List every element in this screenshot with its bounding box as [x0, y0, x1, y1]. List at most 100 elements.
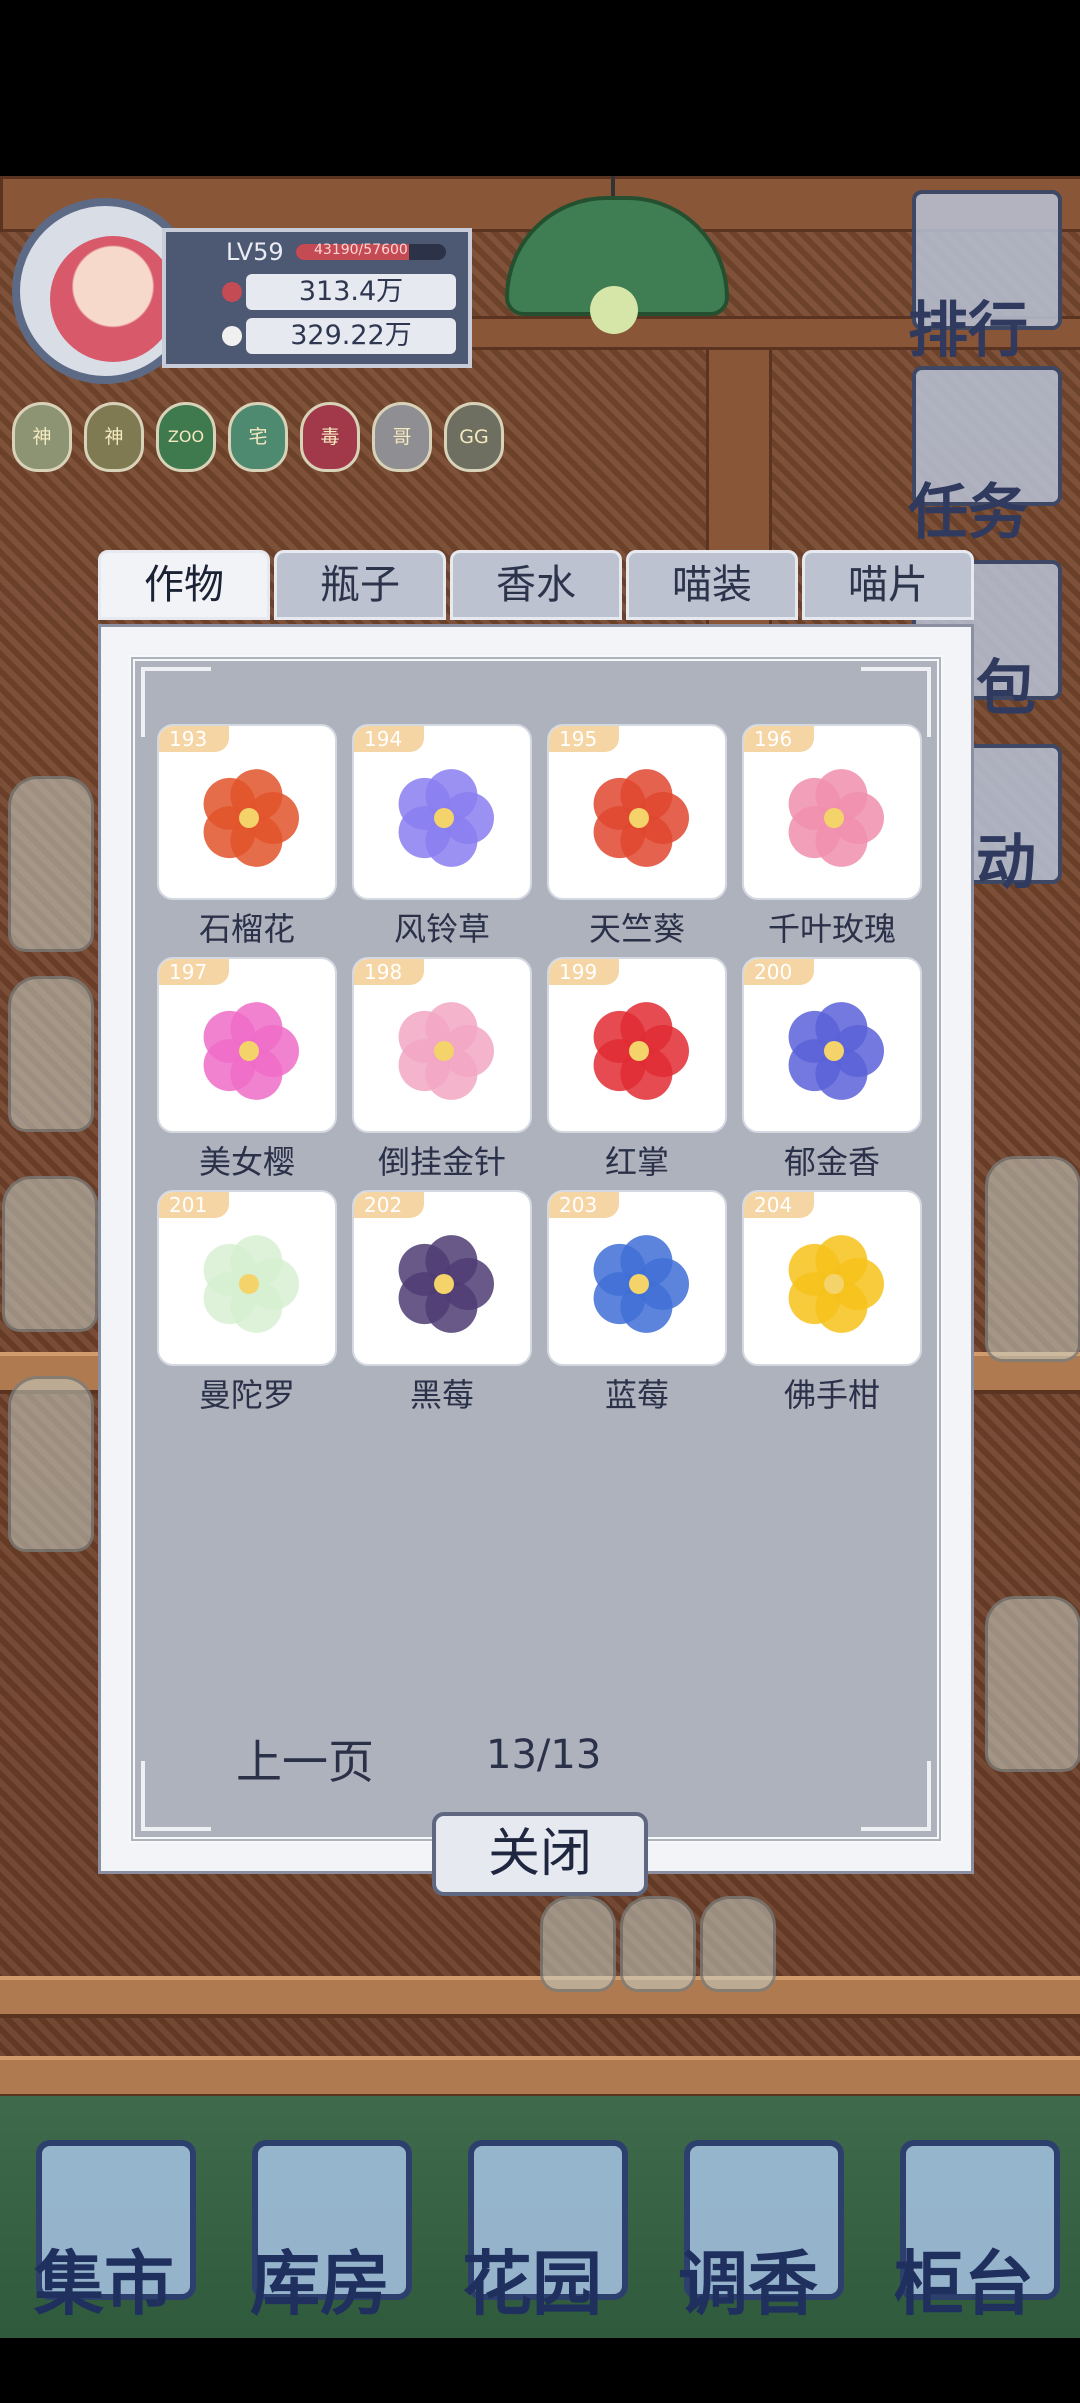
- flower-icon: [593, 1235, 689, 1333]
- bottle: [540, 1896, 616, 1992]
- item-number: 200: [744, 959, 814, 985]
- badge[interactable]: 神: [12, 402, 72, 472]
- item-card[interactable]: 198: [352, 957, 532, 1133]
- item-number: 198: [354, 959, 424, 985]
- nav-blend-label: 调香: [678, 2242, 818, 2325]
- badge[interactable]: 毒: [300, 402, 360, 472]
- flower-icon: [398, 1235, 494, 1333]
- item-number: 201: [159, 1192, 229, 1218]
- heart-coin-icon: [222, 282, 242, 302]
- item-card[interactable]: 195: [547, 724, 727, 900]
- flower-icon: [788, 1002, 884, 1100]
- flower-icon: [788, 769, 884, 867]
- item-name: 曼陀罗: [198, 1376, 295, 1414]
- counter: [0, 2056, 1080, 2098]
- tab-bottles[interactable]: 瓶子: [274, 550, 446, 620]
- nav-counter-label: 柜台: [894, 2242, 1034, 2325]
- item-number: 202: [354, 1192, 424, 1218]
- xp-text: 43190/57600: [314, 242, 408, 258]
- nav-garden-label: 花园: [462, 2242, 602, 2325]
- currency-2-value: 329.22万: [246, 318, 456, 354]
- flower-icon: [203, 1235, 299, 1333]
- item-card[interactable]: 193: [157, 724, 337, 900]
- item-name: 佛手柑: [783, 1376, 880, 1414]
- item-number: 195: [549, 726, 619, 752]
- nav-market-label: 集市: [34, 2242, 174, 2325]
- jar: [8, 976, 94, 1132]
- item-card[interactable]: 199: [547, 957, 727, 1133]
- frame-corner: [141, 1761, 211, 1831]
- item-number: 197: [159, 959, 229, 985]
- item-name: 美女樱: [198, 1143, 295, 1181]
- prev-page-button[interactable]: 上一页: [236, 1726, 374, 1792]
- shelf: [0, 1976, 1080, 2018]
- badge[interactable]: GG: [444, 402, 504, 472]
- item-card[interactable]: 197: [157, 957, 337, 1133]
- task-label: 任务: [908, 478, 1028, 548]
- item-number: 203: [549, 1192, 619, 1218]
- close-button[interactable]: 关闭: [432, 1812, 648, 1896]
- jar: [8, 776, 94, 952]
- tab-cat-cards[interactable]: 喵片: [802, 550, 974, 620]
- frame-corner: [861, 1761, 931, 1831]
- leaf-coin-icon: [222, 326, 242, 346]
- tab-perfume[interactable]: 香水: [450, 550, 622, 620]
- item-name: 天竺葵: [588, 910, 685, 948]
- flower-icon: [203, 769, 299, 867]
- player-profile[interactable]: LV59 43190/57600 313.4万 329.22万: [12, 192, 472, 384]
- item-name: 蓝莓: [604, 1376, 669, 1414]
- badge[interactable]: 哥: [372, 402, 432, 472]
- badge[interactable]: 宅: [228, 402, 288, 472]
- item-card[interactable]: 202: [352, 1190, 532, 1366]
- currency-1-value: 313.4万: [246, 274, 456, 310]
- bottle: [620, 1896, 696, 1992]
- badge[interactable]: ZOO: [156, 402, 216, 472]
- tab-crops[interactable]: 作物: [98, 550, 270, 620]
- item-name: 风铃草: [393, 910, 490, 948]
- item-name: 黑莓: [409, 1376, 474, 1414]
- system-bar-bottom: [0, 2338, 1080, 2403]
- item-card[interactable]: 194: [352, 724, 532, 900]
- category-tabs: 作物 瓶子 香水 喵装 喵片: [98, 550, 974, 620]
- item-name: 红掌: [604, 1143, 669, 1181]
- jar: [2, 1176, 98, 1332]
- item-number: 193: [159, 726, 229, 752]
- lamp-bulb: [590, 286, 638, 334]
- flower-icon: [398, 1002, 494, 1100]
- player-level: LV59: [226, 238, 284, 266]
- item-number: 194: [354, 726, 424, 752]
- item-card[interactable]: 201: [157, 1190, 337, 1366]
- item-number: 199: [549, 959, 619, 985]
- badge-row: 神 神 ZOO 宅 毒 哥 GG: [12, 402, 512, 472]
- item-number: 196: [744, 726, 814, 752]
- flower-icon: [398, 769, 494, 867]
- avatar-portrait: [50, 236, 176, 362]
- player-stats: LV59 43190/57600 313.4万 329.22万: [162, 228, 472, 368]
- activity-label: 动: [976, 828, 1036, 898]
- item-card[interactable]: 196: [742, 724, 922, 900]
- item-name: 千叶玫瑰: [767, 910, 896, 948]
- item-name: 郁金香: [783, 1143, 880, 1181]
- tab-cat-outfits[interactable]: 喵装: [626, 550, 798, 620]
- bottle: [700, 1896, 776, 1992]
- task-button[interactable]: 任务: [908, 366, 1062, 548]
- flower-icon: [593, 1002, 689, 1100]
- jar: [8, 1376, 94, 1552]
- item-name: 倒挂金针: [377, 1143, 506, 1181]
- bag-label: 包: [976, 654, 1036, 724]
- jar: [985, 1596, 1080, 1772]
- ranking-label: 排行: [908, 296, 1028, 366]
- flower-icon: [593, 769, 689, 867]
- item-name: 石榴花: [198, 910, 295, 948]
- item-card[interactable]: 200: [742, 957, 922, 1133]
- flower-icon: [203, 1002, 299, 1100]
- ranking-button[interactable]: 排行: [908, 190, 1062, 366]
- page-indicator: 13/13: [486, 1732, 602, 1778]
- item-number: 204: [744, 1192, 814, 1218]
- item-card[interactable]: 203: [547, 1190, 727, 1366]
- nav-storage-label: 库房: [250, 2242, 390, 2325]
- flower-icon: [788, 1235, 884, 1333]
- badge[interactable]: 神: [84, 402, 144, 472]
- jar: [985, 1156, 1080, 1362]
- item-card[interactable]: 204: [742, 1190, 922, 1366]
